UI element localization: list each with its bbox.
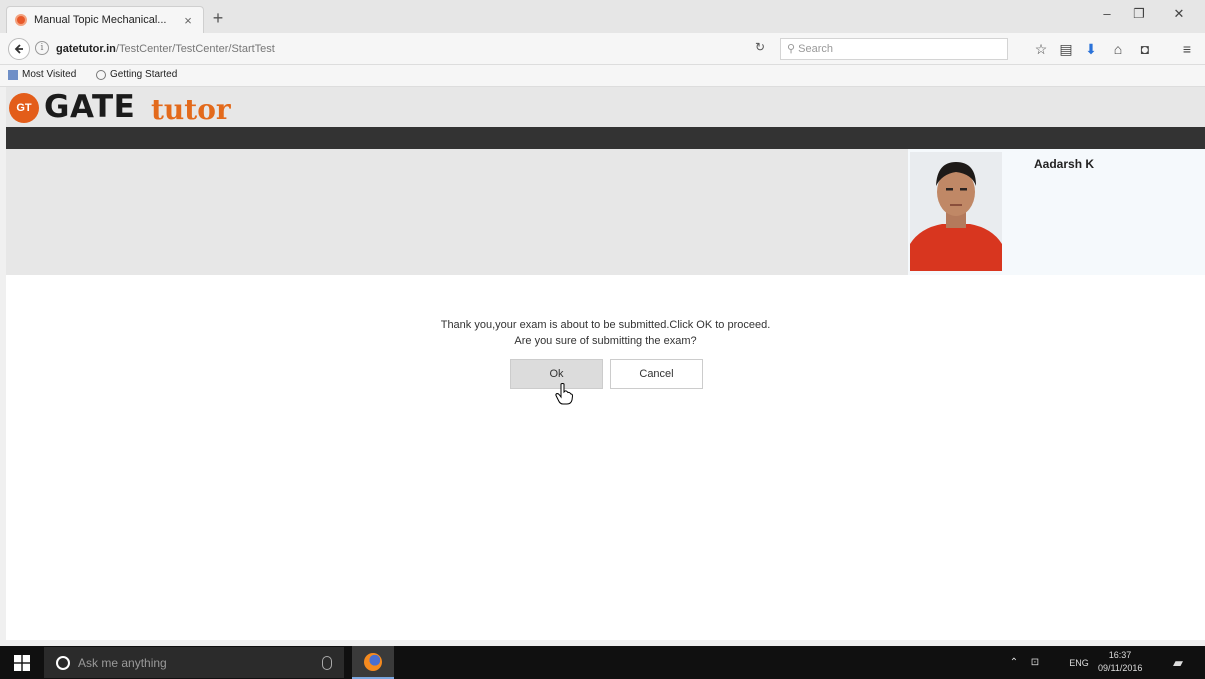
- url-host: gatetutor.in: [56, 43, 116, 55]
- hand-pointer-cursor-icon: [555, 383, 573, 405]
- cancel-button[interactable]: Cancel: [610, 359, 703, 389]
- search-placeholder: Search: [798, 43, 833, 55]
- folder-icon: [8, 69, 18, 80]
- tab-title: Manual Topic Mechanical...: [34, 14, 167, 26]
- taskbar-clock[interactable]: 16:37 09/11/2016: [1098, 649, 1142, 675]
- show-hidden-icons-icon[interactable]: ⌃: [1006, 646, 1022, 679]
- download-icon[interactable]: ⬇: [1080, 39, 1102, 59]
- firefox-icon: [364, 652, 382, 671]
- site-favicon-icon: [15, 14, 27, 26]
- bookmark-label: Getting Started: [110, 69, 178, 80]
- menu-icon[interactable]: ≡: [1176, 39, 1198, 59]
- logo-tutor-text: tutor: [151, 93, 231, 126]
- restore-button[interactable]: ❐: [1124, 6, 1154, 22]
- site-info-icon[interactable]: i: [35, 41, 49, 55]
- tab-close-icon[interactable]: ×: [181, 13, 195, 28]
- bookmark-most-visited[interactable]: Most Visited: [8, 69, 76, 80]
- globe-icon: [96, 69, 106, 80]
- network-icon[interactable]: ⊡: [1026, 646, 1044, 679]
- screen: Manual Topic Mechanical... × + – ❐ ✕ i g…: [0, 0, 1205, 679]
- arrow-left-icon: [14, 44, 23, 54]
- user-photo: [910, 152, 1002, 271]
- site-header: GT GATE tutor: [6, 87, 1205, 127]
- user-portrait-image: [910, 152, 1002, 271]
- new-tab-button[interactable]: +: [208, 8, 228, 28]
- back-button[interactable]: [8, 38, 30, 60]
- minimize-button[interactable]: –: [1092, 6, 1122, 21]
- logo-badge: GT: [9, 93, 39, 123]
- url-bar[interactable]: gatetutor.in/TestCenter/TestCenter/Start…: [56, 38, 776, 60]
- reload-icon[interactable]: ↻: [752, 40, 768, 54]
- browser-tab-strip: Manual Topic Mechanical... × + – ❐ ✕: [0, 0, 1205, 33]
- logo-gate-text: GATE: [44, 89, 136, 125]
- firefox-taskbar-button[interactable]: [352, 646, 394, 679]
- windows-start-icon[interactable]: [14, 655, 30, 671]
- reading-list-icon[interactable]: ▤: [1055, 39, 1077, 59]
- bookmark-getting-started[interactable]: Getting Started: [96, 69, 177, 80]
- browser-tab[interactable]: Manual Topic Mechanical... ×: [6, 6, 204, 33]
- cortana-placeholder: Ask me anything: [78, 655, 167, 670]
- pocket-icon[interactable]: ◘: [1134, 39, 1156, 59]
- cortana-search-box[interactable]: Ask me anything: [44, 647, 344, 678]
- clock-time: 16:37: [1108, 650, 1132, 660]
- microphone-icon[interactable]: [322, 655, 332, 670]
- close-window-button[interactable]: ✕: [1164, 6, 1194, 22]
- browser-search-input[interactable]: ⚲ Search: [780, 38, 1008, 60]
- language-indicator[interactable]: ENG: [1066, 646, 1092, 679]
- page-content: GT GATE tutor Aadarsh K Thank you,your e…: [6, 87, 1205, 640]
- search-icon: ⚲: [787, 43, 796, 55]
- browser-nav-bar: i gatetutor.in/TestCenter/TestCenter/Sta…: [0, 33, 1205, 65]
- submit-confirmation-message: Thank you,your exam is about to be submi…: [440, 319, 771, 331]
- user-panel: Aadarsh K: [908, 149, 1205, 275]
- header-divider-bar: [6, 127, 1205, 149]
- star-icon[interactable]: ☆: [1030, 39, 1052, 59]
- windows-taskbar: Ask me anything ⌃ ⊡ ENG 16:37 09/11/2016…: [0, 646, 1205, 679]
- user-name: Aadarsh K: [1034, 157, 1095, 171]
- clock-date: 09/11/2016: [1098, 663, 1143, 673]
- url-path: /TestCenter/TestCenter/StartTest: [115, 43, 275, 55]
- bookmarks-bar: Most Visited Getting Started: [0, 65, 1205, 87]
- notifications-icon[interactable]: ▰: [1166, 646, 1190, 679]
- home-icon[interactable]: ⌂: [1107, 39, 1129, 59]
- submit-confirmation-question: Are you sure of submitting the exam?: [514, 335, 697, 347]
- bookmark-label: Most Visited: [22, 69, 77, 80]
- cortana-icon: [56, 655, 70, 670]
